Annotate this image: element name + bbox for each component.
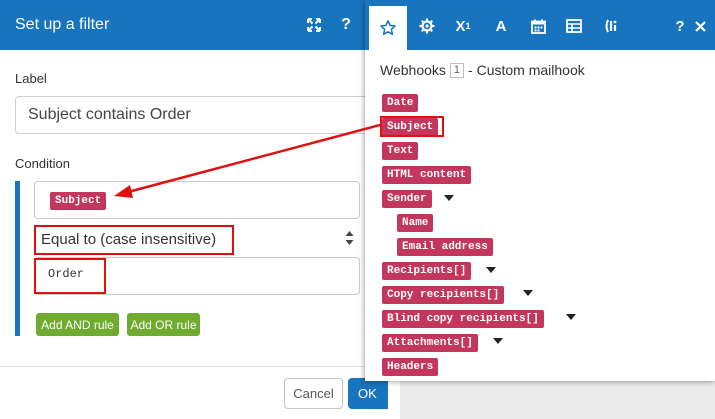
select-arrows-icon bbox=[345, 229, 354, 250]
table-icon[interactable] bbox=[559, 9, 589, 43]
add-and-rule-button[interactable]: Add AND rule bbox=[36, 313, 119, 336]
help-icon[interactable]: ? bbox=[333, 12, 359, 38]
dialog-title: Set up a filter bbox=[15, 16, 110, 33]
functions-gear-icon[interactable] bbox=[412, 9, 442, 43]
module-number-badge: 1 bbox=[449, 62, 465, 78]
variable-attachments[interactable]: Attachments[] bbox=[382, 334, 478, 352]
close-icon[interactable] bbox=[685, 9, 715, 43]
variable-blind-copy-recipients[interactable]: Blind copy recipients[] bbox=[382, 310, 544, 328]
subject-variable-pill[interactable]: Subject bbox=[50, 192, 107, 210]
annotation-box-value bbox=[34, 258, 106, 294]
variable-text[interactable]: Text bbox=[382, 142, 419, 160]
attachments-expand-caret-icon[interactable] bbox=[493, 338, 503, 344]
footer-divider bbox=[0, 366, 400, 367]
module-description: - Custom mailhook bbox=[468, 62, 585, 78]
sender-expand-caret-icon[interactable] bbox=[444, 195, 454, 201]
math-icon[interactable]: X1 bbox=[448, 9, 478, 43]
mapping-panel: X1 A ? Webhooks 1 - Custom mailhook Date… bbox=[365, 0, 715, 381]
variable-html-content[interactable]: HTML content bbox=[382, 166, 472, 184]
calendar-icon[interactable] bbox=[523, 9, 553, 43]
panel-toolbar: X1 A ? bbox=[365, 0, 715, 50]
condition-group-bar bbox=[15, 181, 20, 336]
add-or-rule-button[interactable]: Add OR rule bbox=[127, 313, 200, 336]
custom-functions-icon[interactable] bbox=[597, 9, 627, 43]
filter-dialog: Set up a filter ? Label Subject contains… bbox=[0, 0, 400, 419]
condition-field-input[interactable]: Subject bbox=[34, 181, 360, 219]
text-icon[interactable]: A bbox=[486, 9, 516, 43]
dialog-header: Set up a filter ? bbox=[0, 0, 400, 50]
condition-caption: Condition bbox=[15, 156, 70, 171]
variable-date[interactable]: Date bbox=[382, 94, 419, 112]
ok-button[interactable]: OK bbox=[348, 378, 388, 409]
variable-copy-recipients[interactable]: Copy recipients[] bbox=[382, 286, 505, 304]
favorites-star-icon[interactable] bbox=[369, 6, 407, 50]
blind-copy-recipients-expand-caret-icon[interactable] bbox=[566, 314, 576, 320]
variable-recipients[interactable]: Recipients[] bbox=[382, 262, 472, 280]
module-name: Webhooks bbox=[380, 62, 446, 78]
annotation-box-operator bbox=[34, 225, 234, 255]
annotation-box-subject-variable bbox=[380, 116, 444, 137]
expand-icon[interactable] bbox=[301, 12, 327, 38]
variable-sender-name[interactable]: Name bbox=[397, 214, 434, 232]
cancel-button[interactable]: Cancel bbox=[284, 378, 343, 409]
variable-headers[interactable]: Headers bbox=[382, 358, 439, 376]
module-title: Webhooks 1 - Custom mailhook bbox=[380, 62, 585, 78]
screen: Set up a filter ? Label Subject contains… bbox=[0, 0, 715, 419]
label-input[interactable]: Subject contains Order bbox=[15, 96, 395, 134]
variable-sender-email-address[interactable]: Email address bbox=[397, 238, 493, 256]
recipients-expand-caret-icon[interactable] bbox=[486, 267, 496, 273]
copy-recipients-expand-caret-icon[interactable] bbox=[523, 290, 533, 296]
variable-sender[interactable]: Sender bbox=[382, 190, 432, 208]
label-caption: Label bbox=[15, 71, 47, 86]
